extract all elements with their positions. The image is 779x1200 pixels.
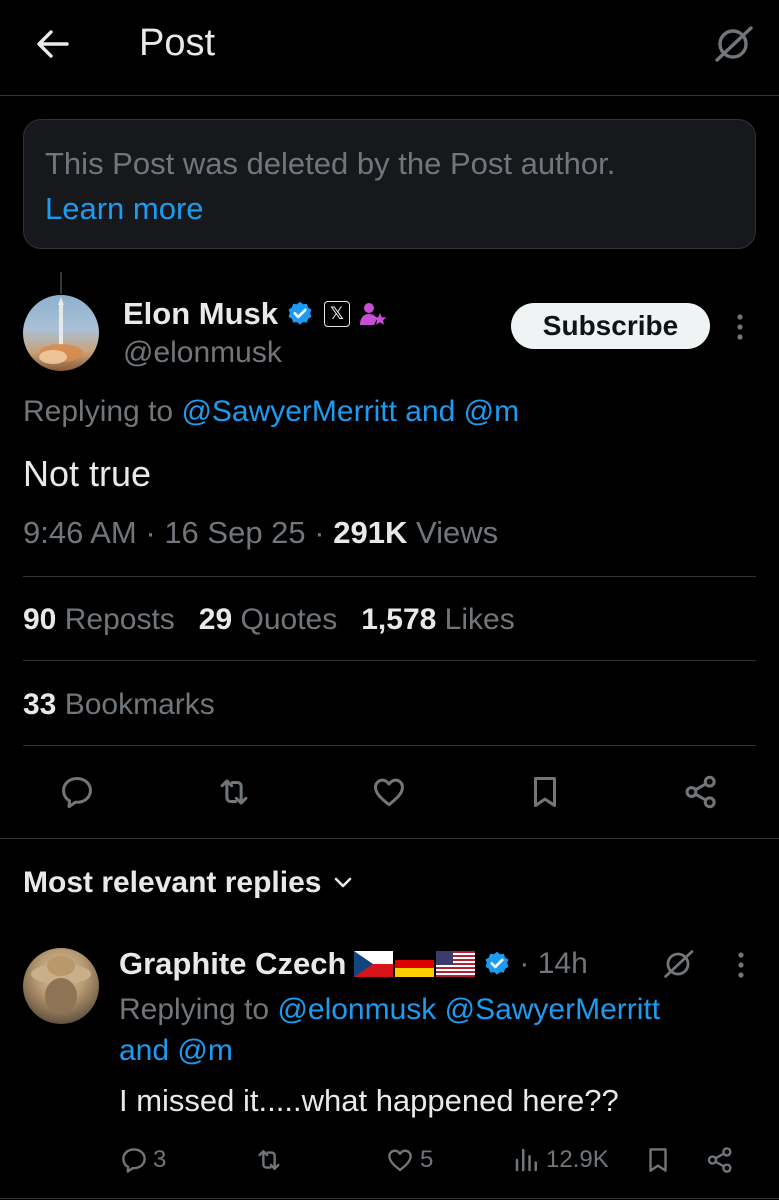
likes-count: 1,578 — [361, 603, 437, 636]
avatar[interactable] — [23, 295, 99, 371]
reply-author-name[interactable]: Graphite Czech — [119, 946, 346, 982]
share-button[interactable] — [679, 770, 723, 814]
reply-like-button[interactable]: 5 — [384, 1140, 433, 1180]
more-vertical-icon — [738, 952, 744, 978]
verified-badge-icon — [485, 951, 509, 975]
more-vertical-icon — [737, 314, 743, 340]
heart-icon — [374, 778, 404, 807]
post-time: 9:46 AM — [23, 515, 137, 550]
grok-button[interactable] — [711, 22, 755, 66]
quotes-count: 29 — [198, 603, 233, 636]
bookmark-button[interactable] — [523, 770, 567, 814]
author-name-row: Elon Musk 𝕏 — [123, 294, 388, 334]
like-button[interactable] — [367, 770, 411, 814]
grok-icon — [664, 950, 694, 978]
views-chart-icon — [515, 1148, 537, 1172]
subscribe-button[interactable]: Subscribe — [511, 303, 710, 349]
replies-sort-dropdown[interactable]: Most relevant replies — [23, 866, 353, 900]
views-label: Views — [415, 515, 499, 550]
grok-icon — [715, 26, 753, 62]
replying-to-line: Replying to @SawyerMerritt and @m — [23, 395, 519, 429]
reply-repost-button[interactable] — [253, 1140, 289, 1180]
page-title: Post — [139, 22, 216, 64]
replying-to-label: Replying to — [119, 993, 270, 1026]
reposts-stat[interactable]: 90 Reposts — [23, 603, 175, 637]
divider — [23, 576, 756, 577]
quotes-stat[interactable]: 29 Quotes — [199, 603, 337, 637]
views-count[interactable]: 291K — [333, 515, 407, 550]
bookmarks-label: Bookmarks — [64, 688, 215, 721]
reply-share-button[interactable] — [705, 1140, 739, 1180]
reply-avatar[interactable] — [23, 948, 99, 1024]
replying-to-label: Replying to — [23, 395, 174, 428]
verified-badge-icon — [288, 301, 312, 325]
bookmarks-count: 33 — [23, 688, 57, 721]
divider — [0, 1198, 779, 1199]
repost-icon — [220, 779, 248, 805]
reply-reply-count: 3 — [153, 1146, 167, 1173]
quotes-label: Quotes — [240, 603, 338, 636]
x-affiliation-badge[interactable]: 𝕏 — [324, 301, 351, 327]
reply-grok-button[interactable] — [660, 946, 696, 982]
heart-icon — [388, 1149, 412, 1172]
section-divider — [0, 838, 779, 839]
top-bar: Post — [0, 0, 779, 96]
reply-button[interactable] — [55, 770, 99, 814]
bookmark-icon — [649, 1148, 667, 1172]
replying-to-mentions[interactable]: @elonmusk @SawyerMerritt — [277, 993, 660, 1026]
reply-icon — [122, 1148, 146, 1173]
post-meta: 9:46 AM · 16 Sep 25 · 291K Views — [23, 515, 499, 550]
likes-stat[interactable]: 1,578 Likes — [361, 603, 514, 637]
share-icon — [707, 1147, 732, 1173]
chevron-down-icon — [335, 877, 352, 888]
learn-more-link[interactable]: Learn more — [45, 191, 204, 227]
reply-bookmark-button[interactable] — [643, 1140, 677, 1180]
reply-like-count: 5 — [420, 1146, 434, 1173]
author-name[interactable]: Elon Musk — [123, 296, 278, 332]
usa-flag-icon — [436, 951, 476, 977]
flag-emojis — [354, 951, 476, 977]
bookmarks-stat[interactable]: 33 Bookmarks — [23, 688, 215, 722]
reply-action-bar: 3 5 12.9K — [119, 1140, 749, 1180]
share-icon — [685, 775, 716, 809]
likes-label: Likes — [444, 603, 515, 636]
bookmark-icon — [533, 777, 557, 807]
divider — [23, 745, 756, 746]
germany-flag-icon — [395, 951, 435, 977]
replying-to-mentions-continued[interactable]: and @m — [119, 1034, 233, 1067]
engagement-stats: 90 Reposts 29 Quotes 1,578 Likes — [23, 603, 515, 637]
divider — [23, 660, 756, 661]
deleted-post-notice: This Post was deleted by the Post author… — [23, 119, 756, 249]
reply-reply-button[interactable]: 3 — [119, 1140, 166, 1180]
subscriber-star-icon — [360, 303, 387, 325]
more-options-button[interactable] — [728, 310, 752, 344]
reply-views-button[interactable]: 12.9K — [512, 1140, 609, 1180]
reposts-label: Reposts — [64, 603, 175, 636]
cowboy-hat-image — [31, 956, 91, 1014]
reply-replying-to: Replying to @elonmusk @SawyerMerritt and… — [119, 989, 759, 1071]
deleted-notice-text: This Post was deleted by the Post author… — [45, 146, 616, 181]
back-button[interactable] — [32, 26, 72, 62]
reply-more-button[interactable] — [729, 948, 753, 982]
reply-views-count: 12.9K — [546, 1146, 609, 1173]
rocket-launch-image — [39, 297, 83, 364]
arrow-left-icon — [37, 30, 69, 58]
reposts-count: 90 — [23, 603, 57, 636]
reply-body-text: I missed it.....what happened here?? — [119, 1083, 619, 1118]
post-body-text: Not true — [23, 453, 152, 494]
czech-flag-icon — [354, 951, 394, 977]
reply-time[interactable]: · 14h — [519, 947, 587, 981]
replying-to-mentions[interactable]: @SawyerMerritt and @m — [181, 395, 519, 428]
author-handle[interactable]: @elonmusk — [123, 336, 282, 370]
replies-sort-label: Most relevant replies — [23, 866, 322, 899]
repost-icon — [258, 1150, 280, 1170]
repost-button[interactable] — [212, 770, 256, 814]
post-date: 16 Sep 25 — [164, 515, 306, 550]
reply-icon — [62, 777, 92, 809]
thread-connector — [60, 272, 62, 294]
reply-header: Graphite Czech · 14h — [119, 944, 588, 984]
